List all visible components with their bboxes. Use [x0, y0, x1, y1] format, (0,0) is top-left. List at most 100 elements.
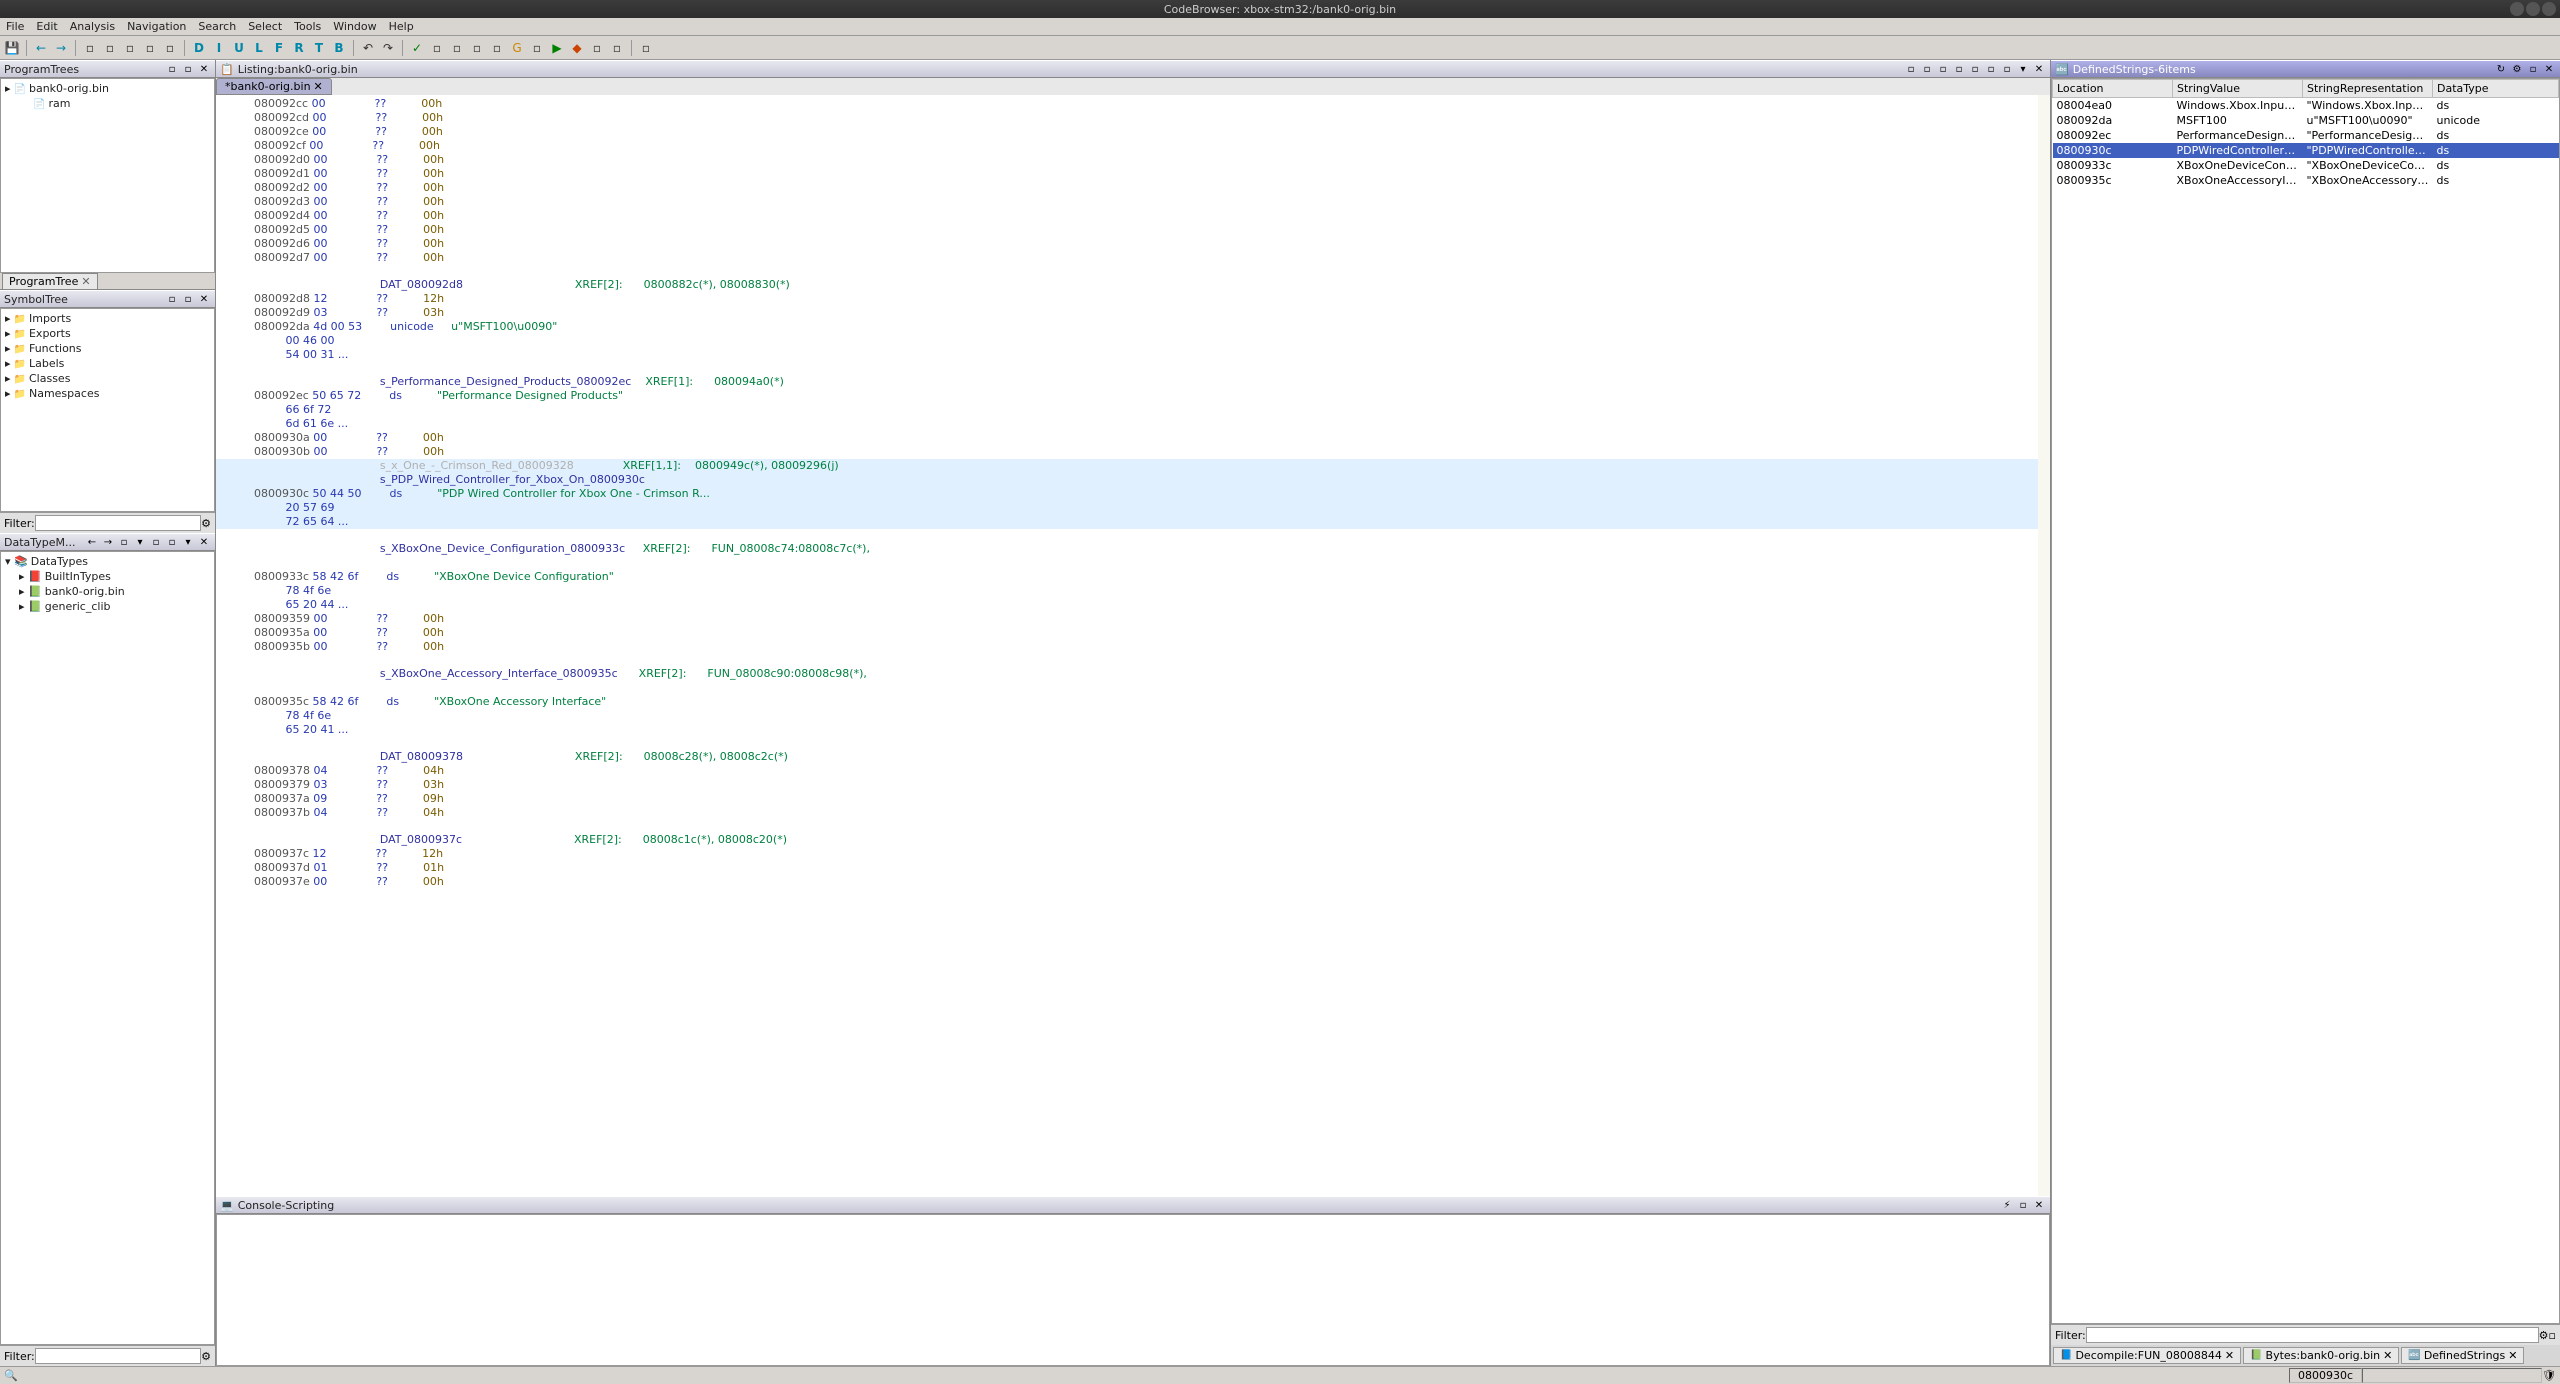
col-stringrep[interactable]: StringRepresentation — [2303, 80, 2433, 98]
panel-icon[interactable]: ▫ — [181, 292, 195, 306]
panel-icon[interactable]: ▾ — [181, 535, 195, 549]
panel-icon[interactable]: ▫ — [2526, 62, 2540, 76]
u-icon[interactable]: U — [231, 40, 247, 56]
panel-icon[interactable]: ▫ — [1936, 62, 1950, 76]
menu-edit[interactable]: Edit — [36, 20, 57, 33]
tab-strings[interactable]: 🔤DefinedStrings ✕ — [2401, 1347, 2524, 1364]
panel-close-icon[interactable]: ✕ — [2542, 62, 2556, 76]
panel-close-icon[interactable]: ✕ — [197, 535, 211, 549]
menu-help[interactable]: Help — [389, 20, 414, 33]
menu-tools[interactable]: Tools — [294, 20, 321, 33]
check-icon[interactable]: ✓ — [409, 40, 425, 56]
menu-navigation[interactable]: Navigation — [127, 20, 186, 33]
r-icon[interactable]: R — [291, 40, 307, 56]
run-icon[interactable]: ▶ — [549, 40, 565, 56]
filter-icon[interactable]: ⚙ — [201, 1350, 211, 1363]
redo-icon[interactable]: ▫ — [102, 40, 118, 56]
t7-icon[interactable]: ▫ — [589, 40, 605, 56]
panel-icon[interactable]: ▫ — [181, 62, 195, 76]
forward-icon[interactable]: → — [53, 40, 69, 56]
menu-window[interactable]: Window — [333, 20, 376, 33]
close-icon[interactable]: ✕ — [2383, 1349, 2392, 1362]
panel-close-icon[interactable]: ✕ — [2032, 1198, 2046, 1212]
tree-classes[interactable]: ▸ Classes — [3, 371, 212, 386]
t2-icon[interactable]: ▫ — [429, 40, 445, 56]
listing-tab[interactable]: *bank0-orig.bin✕ — [216, 78, 332, 95]
listing-view[interactable]: 080092cc 00 ?? 00h 080092cd 00 ?? 00h 08… — [216, 95, 2050, 1196]
minimize-button[interactable] — [2510, 2, 2524, 16]
tree-generic[interactable]: ▸ 📗generic_clib — [3, 599, 212, 614]
tool-icon[interactable]: ▫ — [122, 40, 138, 56]
panel-icon[interactable]: ▫ — [1904, 62, 1918, 76]
i-icon[interactable]: I — [211, 40, 227, 56]
close-icon[interactable]: ✕ — [81, 275, 90, 288]
back-icon[interactable]: ← — [33, 40, 49, 56]
undo-icon[interactable]: ▫ — [82, 40, 98, 56]
panel-icon[interactable]: ▫ — [149, 535, 163, 549]
panel-icon[interactable]: ▫ — [117, 535, 131, 549]
col-location[interactable]: Location — [2053, 80, 2173, 98]
menu-select[interactable]: Select — [248, 20, 282, 33]
close-icon[interactable]: ✕ — [2225, 1349, 2234, 1362]
panel-icon[interactable]: ▫ — [2016, 1198, 2030, 1212]
panel-icon[interactable]: ▾ — [2016, 62, 2030, 76]
panel-icon[interactable]: ↻ — [2494, 62, 2508, 76]
filter-icon[interactable]: ⚙ — [201, 517, 211, 530]
t3-icon[interactable]: ▫ — [449, 40, 465, 56]
programtree-tab[interactable]: ProgramTree✕ — [2, 273, 98, 289]
tree-imports[interactable]: ▸ Imports — [3, 311, 212, 326]
l-icon[interactable]: L — [251, 40, 267, 56]
tree-datatypes[interactable]: ▾ 📚DataTypes — [3, 554, 212, 569]
filter-icon[interactable]: ▫ — [2549, 1329, 2556, 1342]
t4-icon[interactable]: ▫ — [469, 40, 485, 56]
tree-builtin[interactable]: ▸ 📕BuiltInTypes — [3, 569, 212, 584]
t8-icon[interactable]: ▫ — [609, 40, 625, 56]
datatype-filter-input[interactable] — [35, 1348, 201, 1364]
b-icon[interactable]: B — [331, 40, 347, 56]
tree-child-ram[interactable]: ram — [3, 96, 212, 111]
panel-icon[interactable]: ▫ — [165, 535, 179, 549]
symboltree-filter-input[interactable] — [35, 515, 201, 531]
panel-icon[interactable]: ▫ — [165, 62, 179, 76]
table-row[interactable]: 0800933cXBoxOneDeviceConfiguration"XBoxO… — [2053, 158, 2559, 173]
col-datatype[interactable]: DataType — [2433, 80, 2559, 98]
panel-icon[interactable]: ▫ — [165, 292, 179, 306]
t9-icon[interactable]: ▫ — [638, 40, 654, 56]
f-icon[interactable]: F — [271, 40, 287, 56]
panel-close-icon[interactable]: ✕ — [2032, 62, 2046, 76]
table-row[interactable]: 0800930cPDPWiredControllerforXboxOne..."… — [2053, 143, 2559, 158]
tab-bytes[interactable]: 📗Bytes:bank0-orig.bin ✕ — [2243, 1347, 2399, 1364]
save-icon[interactable]: 💾 — [4, 40, 20, 56]
g-icon[interactable]: G — [509, 40, 525, 56]
maximize-button[interactable] — [2526, 2, 2540, 16]
tree-bank0[interactable]: ▸ 📗bank0-orig.bin — [3, 584, 212, 599]
close-icon[interactable]: ✕ — [314, 80, 323, 93]
panel-icon[interactable]: ⚙ — [2510, 62, 2524, 76]
t6-icon[interactable]: ▫ — [529, 40, 545, 56]
menu-search[interactable]: Search — [198, 20, 236, 33]
menu-file[interactable]: File — [6, 20, 24, 33]
panel-close-icon[interactable]: ✕ — [197, 62, 211, 76]
panel-icon[interactable]: ▫ — [1952, 62, 1966, 76]
tree-functions[interactable]: ▸ Functions — [3, 341, 212, 356]
close-button[interactable] — [2542, 2, 2556, 16]
tree-namespaces[interactable]: ▸ Namespaces — [3, 386, 212, 401]
stop-icon[interactable]: ◆ — [569, 40, 585, 56]
strings-filter-input[interactable] — [2086, 1327, 2539, 1343]
panel-icon[interactable]: ▾ — [133, 535, 147, 549]
d-icon[interactable]: D — [191, 40, 207, 56]
panel-icon[interactable]: ▫ — [1968, 62, 1982, 76]
t5-icon[interactable]: ▫ — [489, 40, 505, 56]
tree-labels[interactable]: ▸ Labels — [3, 356, 212, 371]
table-row[interactable]: 0800935cXBoxOneAccessoryInterface"XBoxOn… — [2053, 173, 2559, 188]
table-row[interactable]: 080092daMSFT100u"MSFT100\u0090"unicode — [2053, 113, 2559, 128]
panel-icon[interactable]: ▫ — [1920, 62, 1934, 76]
panel-close-icon[interactable]: ✕ — [197, 292, 211, 306]
undo2-icon[interactable]: ↶ — [360, 40, 376, 56]
panel-icon[interactable]: ⚡ — [2000, 1198, 2014, 1212]
panel-icon[interactable]: → — [101, 535, 115, 549]
close-icon[interactable]: ✕ — [2508, 1349, 2517, 1362]
panel-icon[interactable]: ← — [85, 535, 99, 549]
table-row[interactable]: 080092ecPerformanceDesignedProducts"Perf… — [2053, 128, 2559, 143]
t-icon[interactable]: T — [311, 40, 327, 56]
